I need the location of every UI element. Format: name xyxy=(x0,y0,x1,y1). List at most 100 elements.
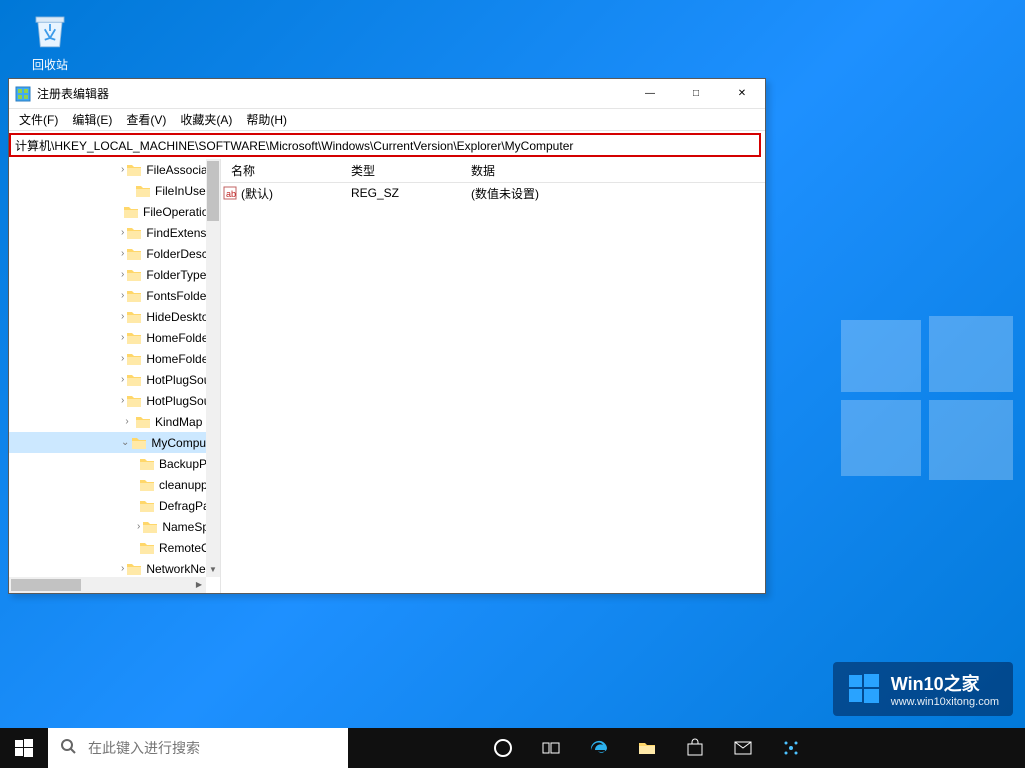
scroll-thumb[interactable] xyxy=(207,161,219,221)
col-data[interactable]: 数据 xyxy=(461,162,765,179)
regedit-icon xyxy=(15,86,31,102)
edge-icon[interactable] xyxy=(575,728,623,768)
tree-twisty-icon[interactable]: › xyxy=(121,416,133,427)
tree-item[interactable]: › FontsFolder xyxy=(9,285,206,306)
search-input[interactable] xyxy=(88,728,348,768)
scroll-down-arrow[interactable]: ▼ xyxy=(206,563,220,577)
taskbar-search[interactable] xyxy=(48,728,348,768)
titlebar[interactable]: 注册表编辑器 — □ ✕ xyxy=(9,79,765,109)
folder-icon xyxy=(126,163,142,177)
tree-twisty-icon[interactable]: › xyxy=(137,521,140,532)
tree-item[interactable]: BackupPath xyxy=(9,453,206,474)
tree-item[interactable]: DefragPath xyxy=(9,495,206,516)
folder-icon xyxy=(126,268,142,282)
menubar: 文件(F) 编辑(E) 查看(V) 收藏夹(A) 帮助(H) xyxy=(9,109,765,131)
tree-item[interactable]: › FileAssociation xyxy=(9,159,206,180)
string-value-icon: ab xyxy=(221,186,239,201)
tree-item[interactable]: ›HotPlugSounds xyxy=(9,390,206,411)
tree-item[interactable]: › HomeFolder xyxy=(9,327,206,348)
tree-item[interactable]: RemoteComputer xyxy=(9,537,206,558)
folder-icon xyxy=(139,499,155,513)
value-name: (默认) xyxy=(239,185,341,202)
tree-twisty-icon[interactable]: › xyxy=(121,563,124,574)
tree-twisty-icon[interactable]: › xyxy=(121,395,124,406)
tree-twisty-icon[interactable]: › xyxy=(121,332,124,343)
address-bar[interactable] xyxy=(9,133,761,157)
folder-icon xyxy=(126,331,142,345)
folder-icon xyxy=(126,352,142,366)
menu-help[interactable]: 帮助(H) xyxy=(240,109,293,130)
maximize-button[interactable]: □ xyxy=(673,79,719,109)
tree-item-label: HideDesktopIcons xyxy=(146,310,206,324)
folder-icon xyxy=(126,394,142,408)
tree-item-label: HomeFolderDesktop xyxy=(146,352,206,366)
tree-item-label: BackupPath xyxy=(159,457,206,471)
tree-twisty-icon[interactable]: › xyxy=(121,290,124,301)
svg-text:ab: ab xyxy=(226,189,236,199)
tree-vertical-scrollbar[interactable]: ▲ ▼ xyxy=(206,159,220,577)
tree-twisty-icon[interactable]: › xyxy=(121,374,124,385)
tree-horizontal-scrollbar[interactable]: ◀ ▶ xyxy=(9,577,206,593)
menu-view[interactable]: 查看(V) xyxy=(120,109,172,130)
tree-twisty-icon[interactable]: › xyxy=(121,353,124,364)
tree-pane: ›FileAssociationFileInUseFileOperation›F… xyxy=(9,159,221,593)
store-icon[interactable] xyxy=(671,728,719,768)
tree-item[interactable]: cleanuppath xyxy=(9,474,206,495)
wallpaper-windows-logo xyxy=(825,300,1025,500)
menu-file[interactable]: 文件(F) xyxy=(13,109,64,130)
tree-item-label: FileAssociation xyxy=(146,163,206,177)
recycle-bin-icon xyxy=(29,10,71,52)
tree-item[interactable]: ›KindMap xyxy=(9,411,206,432)
tree-item-label: HotPlugSounds xyxy=(146,373,206,387)
tree-item-label: FileOperation xyxy=(143,205,206,219)
start-button[interactable] xyxy=(0,728,48,768)
tree-twisty-icon[interactable]: › xyxy=(121,269,124,280)
minimize-button[interactable]: — xyxy=(627,79,673,109)
close-button[interactable]: ✕ xyxy=(719,79,765,109)
scroll-right-arrow[interactable]: ▶ xyxy=(192,577,206,593)
settings-tile-icon[interactable] xyxy=(767,728,815,768)
tree-twisty-icon[interactable]: ⌄ xyxy=(121,437,129,448)
window-title: 注册表编辑器 xyxy=(37,85,109,102)
folder-icon xyxy=(126,310,142,324)
tree-twisty-icon[interactable]: › xyxy=(121,227,124,238)
mail-icon[interactable] xyxy=(719,728,767,768)
column-headers[interactable]: 名称 类型 数据 xyxy=(221,159,765,183)
menu-favorites[interactable]: 收藏夹(A) xyxy=(174,109,238,130)
recycle-bin-label: 回收站 xyxy=(20,56,80,73)
tree-item[interactable]: FileInUse xyxy=(9,180,206,201)
tree-item[interactable]: › HomeFolderDesktop xyxy=(9,348,206,369)
value-row[interactable]: ab(默认)REG_SZ(数值未设置) xyxy=(221,183,765,203)
tree-item[interactable]: › FolderDescriptions xyxy=(9,243,206,264)
folder-icon xyxy=(139,457,155,471)
tree-item[interactable]: › NetworkNeighborhood xyxy=(9,558,206,577)
tree-item[interactable]: ›FolderTypes xyxy=(9,264,206,285)
value-data: (数值未设置) xyxy=(461,185,765,202)
tree-item-label: FolderDescriptions xyxy=(146,247,206,261)
tree-item[interactable]: › HideDesktopIcons xyxy=(9,306,206,327)
col-name[interactable]: 名称 xyxy=(221,162,341,179)
folder-icon xyxy=(126,562,142,576)
scroll-thumb-h[interactable] xyxy=(11,579,81,591)
tree-item[interactable]: FileOperation xyxy=(9,201,206,222)
tree-item-label: DefragPath xyxy=(159,499,206,513)
tree-item[interactable]: ⌄MyComputer xyxy=(9,432,206,453)
watermark: Win10之家 www.win10xitong.com xyxy=(833,662,1013,716)
tree-item-label: HomeFolder xyxy=(146,331,206,345)
tree-item-label: NetworkNeighborhood xyxy=(146,562,206,576)
desktop-icon-recycle-bin[interactable]: 回收站 xyxy=(20,10,80,73)
tree-twisty-icon[interactable]: › xyxy=(121,164,124,175)
menu-edit[interactable]: 编辑(E) xyxy=(66,109,118,130)
cortana-icon[interactable] xyxy=(479,728,527,768)
tree-twisty-icon[interactable]: › xyxy=(121,248,124,259)
taskview-icon[interactable] xyxy=(527,728,575,768)
tree-item-label: NameSpace xyxy=(162,520,206,534)
tree-twisty-icon[interactable]: › xyxy=(121,311,124,322)
address-input[interactable] xyxy=(11,135,759,155)
tree-item[interactable]: › HotPlugSounds xyxy=(9,369,206,390)
tree-item[interactable]: › NameSpace xyxy=(9,516,206,537)
col-type[interactable]: 类型 xyxy=(341,162,461,179)
tree-item[interactable]: ›FindExtensions xyxy=(9,222,206,243)
file-explorer-icon[interactable] xyxy=(623,728,671,768)
tree-item-label: FontsFolder xyxy=(146,289,206,303)
